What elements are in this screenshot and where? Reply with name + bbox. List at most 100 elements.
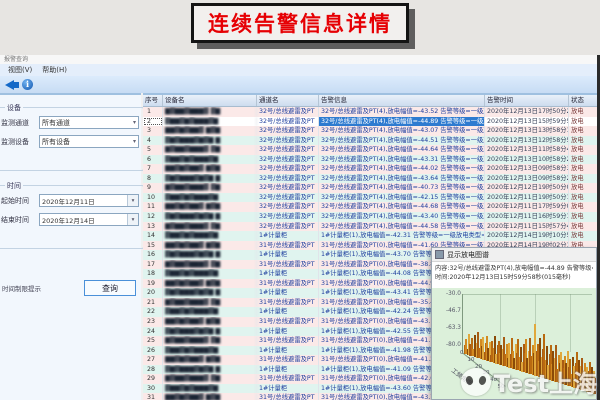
table-cell: 1#计量柜	[257, 250, 319, 260]
table-row[interactable]: 1▇▓▇▇▓▇▇▇▓ ▓▇32号/总线避雷及PT32号/总线避雷及PT(4),放…	[143, 107, 597, 117]
table-cell: 1#计量柜	[257, 231, 319, 241]
table-cell: 13	[143, 222, 163, 232]
table-cell: 放电	[569, 117, 597, 127]
table-cell: ▇▓▇▇▓▇▇▇▓ ▓▇	[163, 336, 257, 346]
table-cell: 放电	[569, 136, 597, 146]
toolbar: i	[0, 76, 597, 93]
table-row[interactable]: 6▓▇▇▓▇▓▇▇▇▓▇32号/总线避雷及PT32号/总线避雷及PT(4),放电…	[143, 155, 597, 165]
device-select[interactable]: 所有设备 ▾	[39, 135, 139, 148]
popup-title: 显示放电图谱	[447, 250, 489, 260]
col-channel[interactable]: 通道名	[257, 95, 319, 106]
menu-view[interactable]: 视图(V)	[8, 65, 32, 75]
col-info[interactable]: 告警信息	[319, 95, 485, 106]
table-cell: ▇▓▇▇▓▇▇▇▓ ▓▇	[163, 374, 257, 384]
table-cell: 放电	[569, 155, 597, 165]
top-banner: 连续告警信息详情	[0, 0, 600, 55]
table-cell: ▓▇▇▓▇▓▇▇▇▓▇	[163, 346, 257, 356]
col-seq[interactable]: 序号	[143, 95, 163, 106]
page-title: 连续告警信息详情	[191, 3, 409, 43]
table-cell: 32号/总线避雷及PT	[257, 107, 319, 117]
watermark-text: Test上海	[494, 364, 597, 399]
table-cell: ▓▇▇▓▇▓▇▇▇▓▇	[163, 193, 257, 203]
col-time[interactable]: 告警时间	[485, 95, 569, 106]
channel-select-value: 所有通道	[42, 118, 70, 128]
table-cell: ▓▇▓▇▇▇▓▇▓▇ ▇	[163, 174, 257, 184]
table-row[interactable]: 9▇▓▇▇▓▇▇▇▓ ▓▇32号/总线避雷及PT32号/总线避雷及PT(4),放…	[143, 183, 597, 193]
calendar-dropdown-icon[interactable]: ▾	[127, 195, 138, 206]
table-cell: 3	[143, 126, 163, 136]
calendar-dropdown-icon[interactable]: ▾	[127, 214, 138, 225]
table-cell: 32号/总线避雷及PT(4),放电幅值=-43.52 告警等级=一级放电类型=悬…	[319, 107, 485, 117]
table-header: 序号 设备名 通道名 告警信息 告警时间 状态	[143, 95, 597, 107]
table-row[interactable]: 12▓▇▓▇▇▇▓▇▓▇ ▇32号/总线避雷及PT32号/总线避雷及PT(4),…	[143, 212, 597, 222]
table-cell: ▇▇▓▇▓▇▇▓ ▇▓▇	[163, 317, 257, 327]
device-groupbox: 设备 监测通道 所有通道 ▾ 监测设备 所有设备 ▾	[0, 107, 144, 171]
table-cell: 32号/总线避雷及PT(4),放电幅值=-43.07 告警等级=一级放电类型=悬…	[319, 126, 485, 136]
table-cell: 1#计量柜	[257, 269, 319, 279]
table-row[interactable]: 14▓▇▇▓▇▓▇▇▇▓▇1#计量柜1#计量柜(1),放电幅值=-42.31 告…	[143, 231, 597, 241]
table-row[interactable]: 7▇▇▓▇▓▇▇▓ ▇▓▇32号/总线避雷及PT32号/总线避雷及PT(4),放…	[143, 164, 597, 174]
table-cell: 放电	[569, 212, 597, 222]
info-icon[interactable]: i	[22, 79, 33, 90]
table-row[interactable]: 2▓▇▇▓▇▓▇▇▇▓▇32号/总线避雷及PT32号/总线避雷及PT(4),放电…	[143, 117, 597, 127]
table-cell: 放电	[569, 183, 597, 193]
table-cell: 31号/总线避雷及PT	[257, 279, 319, 289]
popup-titlebar[interactable]: 显示放电图谱	[432, 248, 596, 262]
table-cell: 8	[143, 174, 163, 184]
table-cell: 31号/总线避雷及PT	[257, 317, 319, 327]
table-cell: ▇▇▓▇▓▇▇▓ ▇▓▇	[163, 202, 257, 212]
device-select-value: 所有设备	[42, 137, 70, 147]
menu-help[interactable]: 帮助(H)	[42, 65, 67, 75]
table-row[interactable]: 8▓▇▓▇▇▇▓▇▓▇ ▇32号/总线避雷及PT32号/总线避雷及PT(4),放…	[143, 174, 597, 184]
table-cell: 2020年12月11日15时57分44秒(456毫秒)	[485, 222, 569, 232]
end-date-picker[interactable]: 2020年12月14日 ▾	[39, 213, 139, 226]
table-cell: ▇▓▇▇▓▇▇▇▓ ▓▇	[163, 298, 257, 308]
table-cell: ▓▇▓▇▇▇▓▇▓▇ ▇	[163, 212, 257, 222]
table-cell: 32号/总线避雷及PT(4),放电幅值=-43.64 告警等级=一级放电类型=悬…	[319, 174, 485, 184]
query-button[interactable]: 查询	[84, 280, 136, 296]
table-cell: 1	[143, 107, 163, 117]
start-date-picker[interactable]: 2020年12月11日 ▾	[39, 194, 139, 207]
phase-tick: 0	[460, 350, 464, 356]
table-cell: 17	[143, 260, 163, 270]
table-row[interactable]: 10▓▇▇▓▇▓▇▇▇▓▇32号/总线避雷及PT32号/总线避雷及PT(4),放…	[143, 193, 597, 203]
table-row[interactable]: 3▇▇▓▇▓▇▇▓ ▇▓▇32号/总线避雷及PT32号/总线避雷及PT(4),放…	[143, 126, 597, 136]
table-row[interactable]: 13▇▓▇▇▓▇▇▇▓ ▓▇32号/总线避雷及PT32号/总线避雷及PT(4),…	[143, 222, 597, 232]
table-cell: 2020年12月14日19时10分54秒(685毫秒)	[485, 231, 569, 241]
chart-gridline	[462, 294, 592, 295]
table-cell: 32号/总线避雷及PT(4),放电幅值=-44.58 告警等级=一级放电类型=悬…	[319, 222, 485, 232]
table-cell: 9	[143, 183, 163, 193]
col-status[interactable]: 状态	[569, 95, 597, 106]
table-row[interactable]: 4▓▇▓▇▇▇▓▇▓▇ ▇32号/总线避雷及PT32号/总线避雷及PT(4),放…	[143, 136, 597, 146]
table-cell: 2020年12月13日09时58分27秒(146毫秒)	[485, 174, 569, 184]
popup-time-line: 时间:2020年12月13日15时59分58秒(015毫秒)	[435, 273, 593, 282]
table-cell: 32号/总线避雷及PT	[257, 126, 319, 136]
table-cell: 27	[143, 355, 163, 365]
table-cell: 1#计量柜	[257, 365, 319, 375]
table-cell: 24	[143, 327, 163, 337]
table-cell: 32号/总线避雷及PT	[257, 183, 319, 193]
table-cell: 1#计量柜	[257, 327, 319, 337]
table-cell: 1#计量柜	[257, 384, 319, 394]
popup-body: 内容:32号/总线避雷及PT(4),放电幅值=-44.89 告警等级=一级放电类…	[432, 262, 596, 282]
table-cell: 32号/总线避雷及PT(4),放电幅值=-43.40 告警等级=一级放电类型=悬…	[319, 212, 485, 222]
table-cell: 2020年12月13日10时58分26秒(232毫秒)	[485, 155, 569, 165]
screen: 连续告警信息详情 报警查询 视图(V) 帮助(H) i 设备 监测通道 所有通道	[0, 0, 600, 400]
back-arrow-icon[interactable]	[5, 80, 14, 90]
table-cell: 放电	[569, 193, 597, 203]
table-row[interactable]: 11▇▇▓▇▓▇▇▓ ▇▓▇32号/总线避雷及PT32号/总线避雷及PT(4),…	[143, 202, 597, 212]
table-cell: 32号/总线避雷及PT	[257, 136, 319, 146]
table-row[interactable]: 5▇▓▇▇▓▇▇▇▓ ▓▇32号/总线避雷及PT32号/总线避雷及PT(4),放…	[143, 145, 597, 155]
table-cell: ▓▇▇▓▇▓▇▇▇▓▇	[163, 155, 257, 165]
channel-select[interactable]: 所有通道 ▾	[39, 116, 139, 129]
table-cell: 2020年12月11日17时59分01秒(001毫秒)	[485, 202, 569, 212]
table-cell: 放电	[569, 202, 597, 212]
table-cell: 32号/总线避雷及PT(4),放电幅值=-42.15 告警等级=一级放电类型=悬…	[319, 193, 485, 203]
table-cell: 22	[143, 307, 163, 317]
table-cell: 31号/总线避雷及PT	[257, 260, 319, 270]
table-cell: 21	[143, 298, 163, 308]
table-cell: ▓▇▓▇▇▇▓▇▓▇ ▇	[163, 250, 257, 260]
table-cell: ▇▓▇▇▓▇▇▇▓ ▓▇	[163, 145, 257, 155]
amplitude-axis	[462, 294, 463, 352]
col-device[interactable]: 设备名	[163, 95, 257, 106]
